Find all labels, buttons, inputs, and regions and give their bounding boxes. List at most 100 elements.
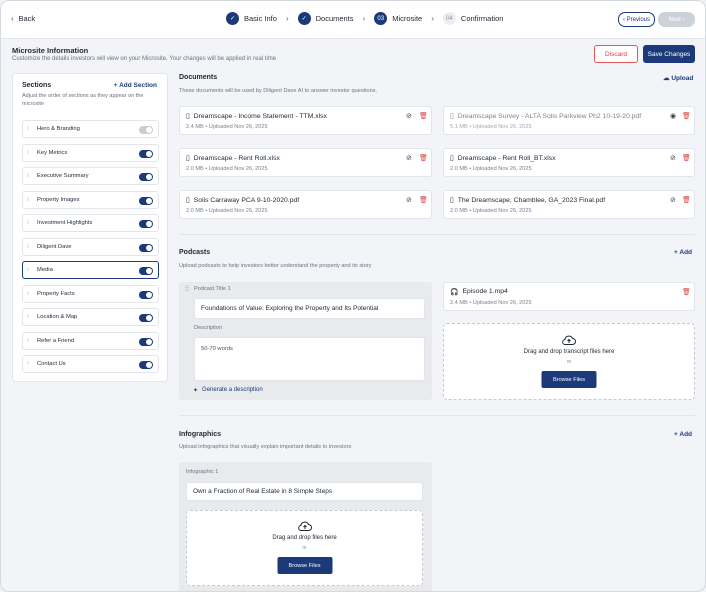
podcast-title-input[interactable]: Foundations of Value: Exploring the Prop… <box>194 298 425 319</box>
podcasts-subtitle: Upload podcasts to help investors better… <box>179 263 372 269</box>
drag-handle-icon[interactable]: ⁞⁞ <box>27 244 37 250</box>
document-meta: 5.1 MB • Uploaded Nov 26, 2025 <box>450 124 532 130</box>
trash-icon[interactable]: 🗑 <box>682 112 691 120</box>
document-card[interactable]: ▯ The Dreamscape, Chamblee, GA_2023 Final… <box>443 190 695 219</box>
section-item-media[interactable]: ⁞⁞ Media <box>22 261 159 279</box>
stepper: ✓ Basic Info › ✓ Documents › 03 Microsit… <box>226 12 503 25</box>
dropzone-text: Drag and drop transcript files here <box>523 349 615 355</box>
document-card[interactable]: ▯ Dreamscape - Income Statement - TTM.xls… <box>179 106 432 135</box>
browse-files-button[interactable]: Browse Files <box>541 371 597 388</box>
section-label: Diligent Dave <box>37 244 72 250</box>
section-toggle[interactable] <box>139 243 153 252</box>
document-card[interactable]: ▯ Dreamscape Survey - ALTA Solis Parkview… <box>443 106 695 135</box>
eye-off-icon[interactable]: ⊘ <box>406 154 412 162</box>
section-toggle[interactable] <box>139 360 153 369</box>
step-label: Confirmation <box>460 14 504 23</box>
eye-off-icon[interactable]: ⊘ <box>670 154 676 162</box>
section-label: Executive Summary <box>37 173 89 179</box>
add-podcast-button[interactable]: + Add <box>674 249 692 256</box>
section-item-contact-us[interactable]: ⁞⁞ Contact Us <box>22 355 159 373</box>
document-name: Dreamscape - Rent Roll.xlsx <box>193 154 280 162</box>
drag-handle-icon[interactable]: ⁞⁞ <box>27 314 37 320</box>
chevron-right-icon: › <box>431 14 434 23</box>
trash-icon[interactable]: 🗑 <box>419 112 428 120</box>
section-item-executive-summary[interactable]: ⁞⁞ Executive Summary <box>22 167 159 185</box>
drag-handle-icon[interactable]: ⁞⁞ <box>27 267 37 273</box>
document-card[interactable]: ▯ Dreamscape - Rent Roll.xlsx 2.0 MB • Up… <box>179 148 432 177</box>
description-textarea[interactable]: 50-70 words <box>194 337 425 381</box>
section-item-refer-a-friend[interactable]: ⁞⁞ Refer a Friend <box>22 332 159 350</box>
trash-icon[interactable]: 🗑 <box>682 196 691 204</box>
podcast-title-label: Podcast Title 1 <box>194 286 231 292</box>
infographic-label: Infographic 1 <box>186 469 219 475</box>
discard-button[interactable]: Discard <box>594 45 638 63</box>
step-confirmation[interactable]: 04 Confirmation <box>442 12 504 25</box>
infographic-title-input[interactable]: Own a Fraction of Real Estate in 8 Simpl… <box>186 482 423 501</box>
eye-off-icon[interactable]: ⊘ <box>406 112 412 120</box>
section-item-key-metrics[interactable]: ⁞⁞ Key Metrics <box>22 144 159 162</box>
section-toggle[interactable] <box>139 266 153 275</box>
drag-handle-icon[interactable]: ⁞⁞ <box>27 361 37 367</box>
add-infographic-button[interactable]: + Add <box>674 431 692 438</box>
drag-handle-icon[interactable]: ⁞⁞ <box>27 338 37 344</box>
drag-handle-icon[interactable]: ⁞⁞ <box>27 173 37 179</box>
trash-icon[interactable]: 🗑 <box>419 154 428 162</box>
podcast-episode-card[interactable]: 🎧 Episode 1.mp4 2.4 MB • Uploaded Nov 26… <box>443 282 695 311</box>
step-microsite[interactable]: 03 Microsite <box>374 12 422 25</box>
section-item-location-map[interactable]: ⁞⁞ Location & Map <box>22 308 159 326</box>
next-button[interactable]: Next › <box>658 12 695 27</box>
section-toggle[interactable] <box>139 172 153 181</box>
document-name: Dreamscape - Income Statement - TTM.xlsx <box>193 112 327 120</box>
trash-icon[interactable]: 🗑 <box>419 196 428 204</box>
drag-handle-icon[interactable]: ⁞⁞ <box>27 220 37 226</box>
eye-icon[interactable]: ◉ <box>670 112 676 120</box>
step-number: 03 <box>374 12 388 25</box>
file-icon: ▯ <box>186 113 190 120</box>
section-toggle[interactable] <box>139 196 153 205</box>
eye-off-icon[interactable]: ⊘ <box>670 196 676 204</box>
trash-icon[interactable]: 🗑 <box>682 154 691 162</box>
eye-off-icon[interactable]: ⊘ <box>406 196 412 204</box>
document-card[interactable]: ▯ Dreamscape - Rent Roll_BT.xlsx 2.0 MB •… <box>443 148 695 177</box>
podcast-editor: ⁞⁞ Podcast Title 1 Foundations of Value:… <box>179 282 432 400</box>
section-item-property-images[interactable]: ⁞⁞ Property Images <box>22 191 159 209</box>
drag-handle-icon[interactable]: ⁞⁞ <box>27 291 37 297</box>
generate-description-button[interactable]: ✦ Generate a description <box>193 387 263 394</box>
section-label: Location & Map <box>37 314 78 320</box>
add-section-button[interactable]: + Add Section <box>114 82 157 89</box>
browse-files-button[interactable]: Browse Files <box>277 557 332 574</box>
save-changes-button[interactable]: Save Changes <box>643 45 695 63</box>
transcript-dropzone[interactable]: Drag and drop transcript files here or B… <box>443 323 695 400</box>
cloud-upload-icon <box>562 335 576 345</box>
section-toggle[interactable] <box>139 313 153 322</box>
headphones-icon: 🎧 <box>450 289 459 296</box>
section-item-property-facts[interactable]: ⁞⁞ Property Facts <box>22 285 159 303</box>
section-toggle[interactable] <box>139 337 153 346</box>
previous-button[interactable]: ‹ Previous <box>618 12 655 27</box>
section-item-diligent-dave[interactable]: ⁞⁞ Diligent Dave <box>22 238 159 256</box>
section-item-hero-branding[interactable]: ⁞⁞ Hero & Branding <box>22 120 159 138</box>
step-basic-info[interactable]: ✓ Basic Info <box>226 12 277 25</box>
section-item-investment-highlights[interactable]: ⁞⁞ Investment Highlights <box>22 214 159 232</box>
step-documents[interactable]: ✓ Documents <box>297 12 354 25</box>
section-toggle[interactable] <box>139 149 153 158</box>
drag-handle-icon[interactable]: ⁞⁞ <box>185 286 189 293</box>
file-icon: ▯ <box>450 155 454 162</box>
add-label: Add <box>679 249 693 256</box>
document-card[interactable]: ▯ Solis Carraway PCA 9-10-2020.pdf 2.0 MB… <box>179 190 432 219</box>
upload-button[interactable]: ☁ Upload <box>663 74 693 82</box>
trash-icon[interactable]: 🗑 <box>682 288 691 296</box>
drag-handle-icon[interactable]: ⁞⁞ <box>27 126 37 132</box>
drag-handle-icon[interactable]: ⁞⁞ <box>27 197 37 203</box>
drag-handle-icon[interactable]: ⁞⁞ <box>27 150 37 156</box>
back-button[interactable]: ‹ Back <box>11 14 35 23</box>
section-toggle[interactable] <box>139 219 153 228</box>
infographic-dropzone[interactable]: Drag and drop files here or Browse Files <box>186 510 423 586</box>
document-meta: 2.0 MB • Uploaded Nov 26, 2025 <box>450 166 532 172</box>
section-toggle[interactable] <box>139 290 153 299</box>
section-toggle[interactable] <box>139 125 153 134</box>
chevron-right-icon: › <box>285 14 289 23</box>
cloud-upload-icon <box>297 521 312 531</box>
cloud-upload-icon: ☁ <box>663 75 670 82</box>
episode-meta: 2.4 MB • Uploaded Nov 26, 2025 <box>450 300 532 306</box>
